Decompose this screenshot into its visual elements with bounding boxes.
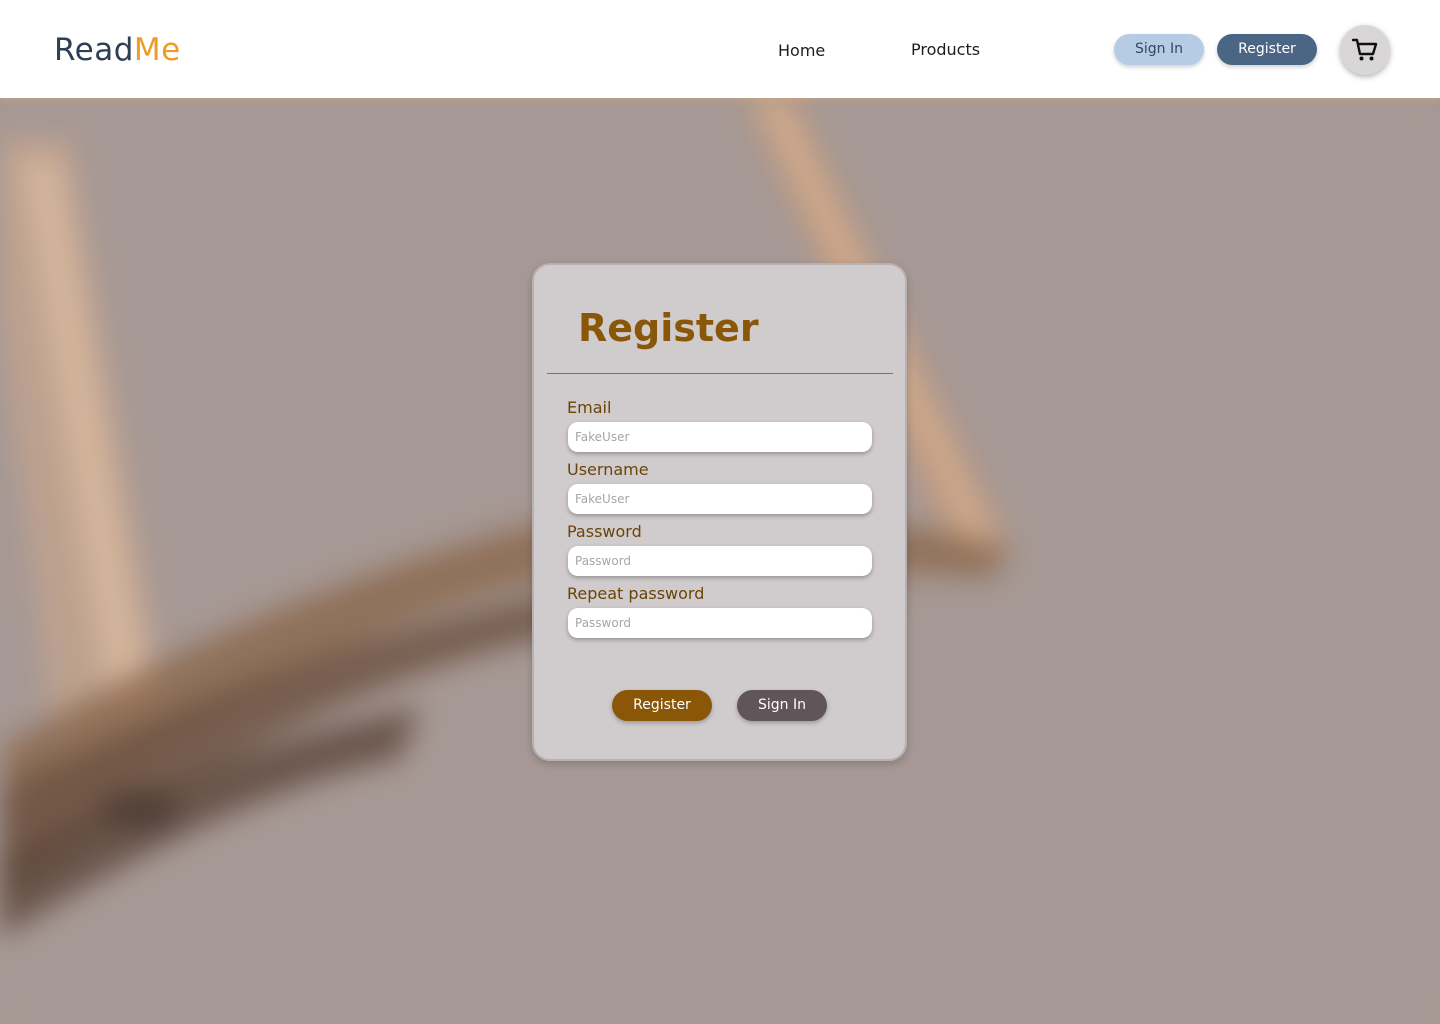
header-sign-in-button[interactable]: Sign In	[1114, 34, 1204, 65]
nav-link-home[interactable]: Home	[778, 41, 825, 61]
nav-link-products[interactable]: Products	[911, 40, 980, 60]
site-logo[interactable]: ReadMe	[54, 31, 181, 69]
sign-in-button[interactable]: Sign In	[737, 690, 827, 721]
password-label: Password	[567, 522, 642, 541]
cart-button[interactable]	[1340, 25, 1390, 75]
header-register-button[interactable]: Register	[1217, 34, 1317, 65]
email-field[interactable]	[568, 422, 872, 452]
register-card: Register Email Username Password Repeat …	[532, 263, 907, 761]
logo-text-me: Me	[133, 32, 181, 68]
password-field[interactable]	[568, 546, 872, 576]
cart-icon	[1352, 38, 1378, 61]
username-label: Username	[567, 460, 649, 479]
repeat-password-label: Repeat password	[567, 584, 705, 603]
form-title: Register	[578, 306, 759, 350]
logo-text-read: Read	[54, 32, 134, 68]
email-label: Email	[567, 398, 612, 417]
top-navbar: ReadMe Home Products Sign In Register	[0, 0, 1440, 98]
username-field[interactable]	[568, 484, 872, 514]
title-divider	[547, 373, 893, 374]
register-submit-button[interactable]: Register	[612, 690, 712, 721]
repeat-password-field[interactable]	[568, 608, 872, 638]
